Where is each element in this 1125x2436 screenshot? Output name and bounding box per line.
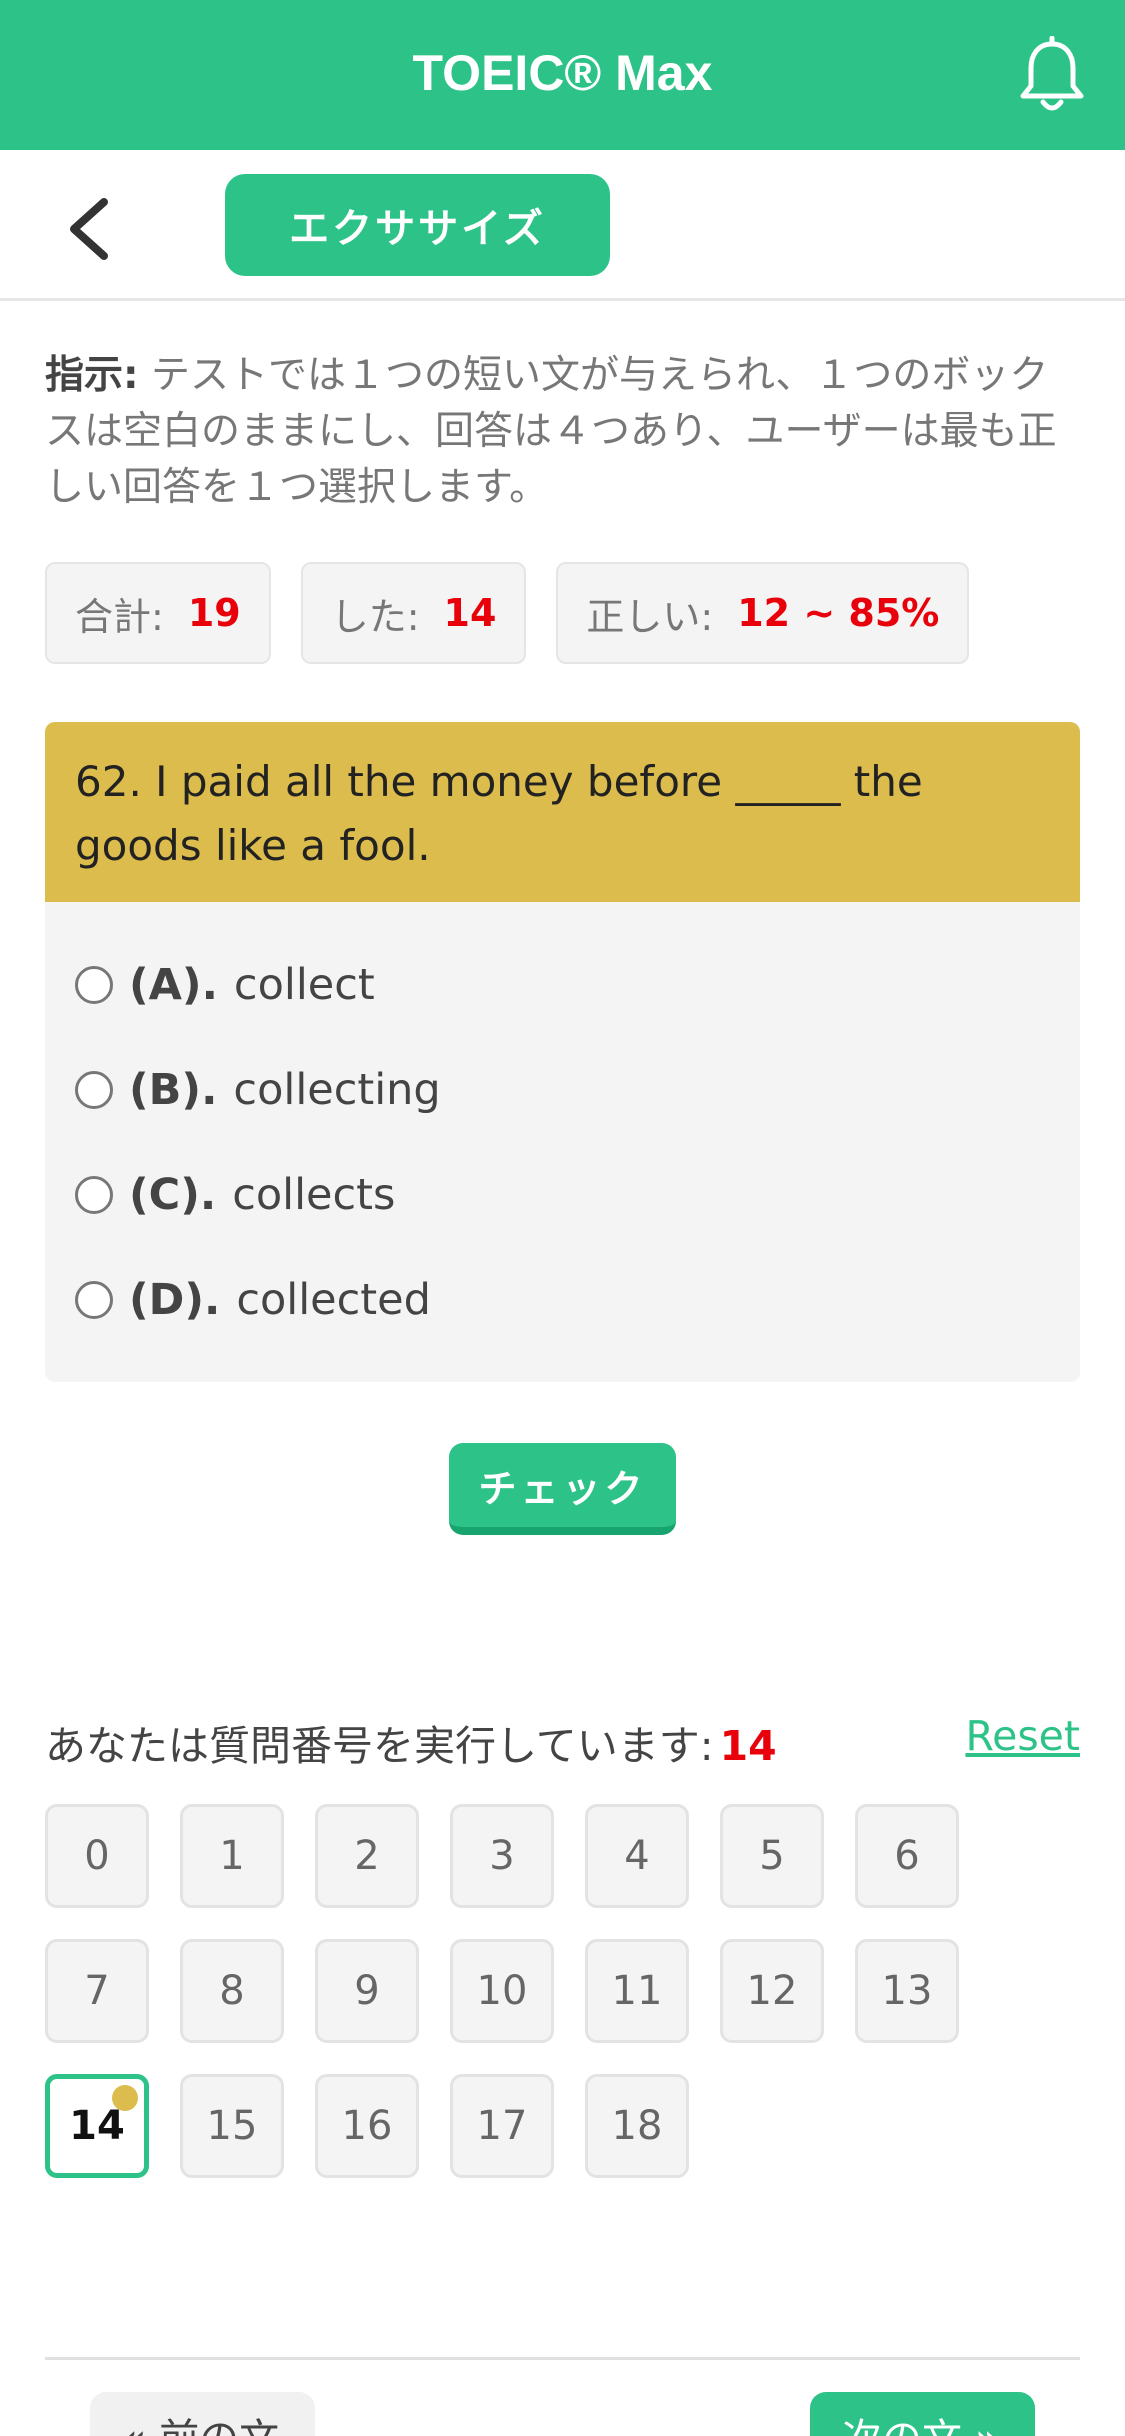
question-number-5[interactable]: 5 bbox=[720, 1804, 824, 1908]
current-indicator-dot bbox=[112, 2085, 138, 2111]
question-number-label: 0 bbox=[84, 1833, 110, 1879]
question-number-8[interactable]: 8 bbox=[180, 1939, 284, 2043]
next-button[interactable]: 次の文 » bbox=[810, 2392, 1035, 2436]
question-number-label: 8 bbox=[219, 1968, 245, 2014]
question-number-label: 17 bbox=[476, 2103, 528, 2149]
question-number-label: 3 bbox=[489, 1833, 515, 1879]
question-number-label: 6 bbox=[894, 1833, 920, 1879]
option-d[interactable]: (D). collected bbox=[75, 1265, 431, 1335]
question-number-16[interactable]: 16 bbox=[315, 2074, 419, 2178]
question-number-label: 13 bbox=[881, 1968, 933, 2014]
previous-button[interactable]: « 前の文 bbox=[90, 2392, 315, 2436]
stat-total-value: 19 bbox=[187, 591, 241, 635]
option-b[interactable]: (B). collecting bbox=[75, 1055, 441, 1125]
question-number-11[interactable]: 11 bbox=[585, 1939, 689, 2043]
question-number-2[interactable]: 2 bbox=[315, 1804, 419, 1908]
question-number-label: 11 bbox=[611, 1968, 663, 2014]
question-number-10[interactable]: 10 bbox=[450, 1939, 554, 2043]
question-number-9[interactable]: 9 bbox=[315, 1939, 419, 2043]
option-label: (D). bbox=[129, 1275, 221, 1325]
question-number-13[interactable]: 13 bbox=[855, 1939, 959, 2043]
stat-correct: 正しい: 12 ~ 85% bbox=[556, 562, 970, 664]
question-number-label: 16 bbox=[341, 2103, 393, 2149]
bell-icon[interactable] bbox=[1017, 36, 1087, 116]
progress-text: あなたは質問番号を実行しています: 14 bbox=[45, 1712, 777, 1772]
stat-done-label: した: bbox=[330, 594, 420, 639]
question-number-label: 18 bbox=[611, 2103, 663, 2149]
stats-row: 合計: 19 した: 14 正しい: 12 ~ 85% bbox=[45, 562, 970, 664]
question-number-label: 4 bbox=[624, 1833, 650, 1879]
question-number-0[interactable]: 0 bbox=[45, 1804, 149, 1908]
question-number-17[interactable]: 17 bbox=[450, 2074, 554, 2178]
question-number-14[interactable]: 14 bbox=[45, 2074, 149, 2178]
stat-total-label: 合計: bbox=[75, 594, 164, 639]
radio-icon[interactable] bbox=[75, 1281, 113, 1319]
back-arrow-icon[interactable] bbox=[60, 194, 120, 264]
question-number-1[interactable]: 1 bbox=[180, 1804, 284, 1908]
stat-correct-label: 正しい: bbox=[586, 594, 714, 639]
stat-total: 合計: 19 bbox=[45, 562, 271, 664]
question-number-15[interactable]: 15 bbox=[180, 2074, 284, 2178]
stat-done-value: 14 bbox=[443, 591, 497, 635]
divider bbox=[45, 2357, 1080, 2360]
option-text: collects bbox=[232, 1170, 396, 1220]
question-number-label: 10 bbox=[476, 1968, 528, 2014]
option-c[interactable]: (C). collects bbox=[75, 1160, 395, 1230]
check-button[interactable]: チェック bbox=[449, 1443, 676, 1535]
question-number-12[interactable]: 12 bbox=[720, 1939, 824, 2043]
question-text: 62. I paid all the money before _____ th… bbox=[45, 722, 1080, 902]
radio-icon[interactable] bbox=[75, 1071, 113, 1109]
sub-header: エクササイズ bbox=[0, 150, 1125, 301]
question-number-label: 1 bbox=[219, 1833, 245, 1879]
question-number-label: 12 bbox=[746, 1968, 798, 2014]
question-number-label: 7 bbox=[84, 1968, 110, 2014]
exercise-mode-button[interactable]: エクササイズ bbox=[225, 174, 610, 276]
option-label: (A). bbox=[129, 960, 218, 1010]
instruction-text: 指示: テストでは１つの短い文が与えられ、１つのボックスは空白のままにし、回答は… bbox=[45, 348, 1085, 516]
question-number-label: 9 bbox=[354, 1968, 380, 2014]
option-label: (C). bbox=[129, 1170, 217, 1220]
option-text: collecting bbox=[233, 1065, 441, 1115]
instruction-body: テストでは１つの短い文が与えられ、１つのボックスは空白のままにし、回答は４つあり… bbox=[45, 353, 1057, 510]
question-card: 62. I paid all the money before _____ th… bbox=[45, 722, 1080, 1382]
option-text: collect bbox=[233, 960, 375, 1010]
progress-label: あなたは質問番号を実行しています: bbox=[45, 1722, 714, 1770]
question-number-label: 15 bbox=[206, 2103, 258, 2149]
question-number-label: 2 bbox=[354, 1833, 380, 1879]
stat-done: した: 14 bbox=[300, 562, 527, 664]
progress-current: 14 bbox=[719, 1722, 777, 1770]
app-title: TOEIC® Max bbox=[412, 45, 713, 101]
question-number-7[interactable]: 7 bbox=[45, 1939, 149, 2043]
reset-link[interactable]: Reset bbox=[965, 1712, 1080, 1760]
radio-icon[interactable] bbox=[75, 966, 113, 1004]
option-a[interactable]: (A). collect bbox=[75, 950, 375, 1020]
option-text: collected bbox=[236, 1275, 431, 1325]
stat-correct-value: 12 ~ 85% bbox=[737, 591, 940, 635]
question-number-18[interactable]: 18 bbox=[585, 2074, 689, 2178]
app-header: TOEIC® Max bbox=[0, 0, 1125, 150]
instruction-label: 指示: bbox=[45, 353, 139, 398]
question-number-6[interactable]: 6 bbox=[855, 1804, 959, 1908]
radio-icon[interactable] bbox=[75, 1176, 113, 1214]
question-number-3[interactable]: 3 bbox=[450, 1804, 554, 1908]
question-number-label: 14 bbox=[69, 2103, 125, 2149]
option-label: (B). bbox=[129, 1065, 218, 1115]
question-number-label: 5 bbox=[759, 1833, 785, 1879]
question-number-4[interactable]: 4 bbox=[585, 1804, 689, 1908]
